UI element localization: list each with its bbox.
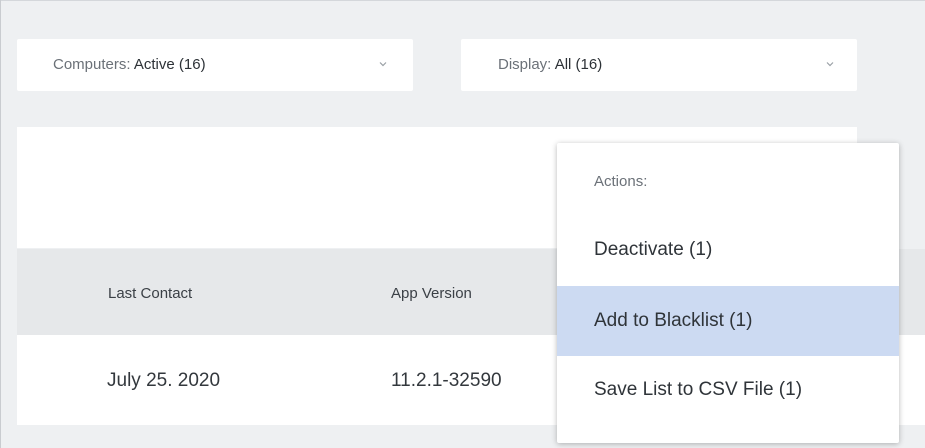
menu-item-deactivate[interactable]: Deactivate (1)	[557, 216, 899, 286]
column-header-app-version[interactable]: App Version	[391, 285, 472, 302]
cell-last-contact: July 25. 2020	[107, 370, 221, 391]
display-filter-dropdown[interactable]: Display: All (16)	[461, 39, 857, 91]
menu-item-save-list-csv[interactable]: Save List to CSV File (1)	[557, 356, 899, 426]
display-filter-key: Display:	[498, 56, 552, 73]
actions-menu-heading: Actions:	[594, 173, 648, 190]
window-left-border	[0, 0, 1, 448]
chevron-down-icon	[379, 60, 387, 68]
cell-app-version: 11.2.1-32590	[391, 370, 502, 391]
chevron-down-icon	[826, 60, 834, 68]
menu-item-label: Add to Blacklist (1)	[594, 310, 753, 331]
display-filter-label: Display: All (16)	[498, 56, 602, 73]
computers-filter-label: Computers: Active (16)	[53, 56, 206, 73]
menu-item-label: Deactivate (1)	[594, 239, 713, 260]
computers-filter-dropdown[interactable]: Computers: Active (16)	[17, 39, 413, 91]
actions-menu: Actions: Deactivate (1) Add to Blacklist…	[557, 143, 899, 443]
computers-filter-key: Computers:	[53, 56, 131, 73]
menu-item-label: Save List to CSV File (1)	[594, 379, 803, 400]
computers-filter-value: Active (16)	[133, 56, 206, 73]
window-top-border	[0, 0, 925, 1]
column-header-last-contact[interactable]: Last Contact	[108, 285, 192, 302]
menu-item-add-to-blacklist[interactable]: Add to Blacklist (1)	[557, 286, 899, 356]
display-filter-value: All (16)	[554, 56, 603, 73]
